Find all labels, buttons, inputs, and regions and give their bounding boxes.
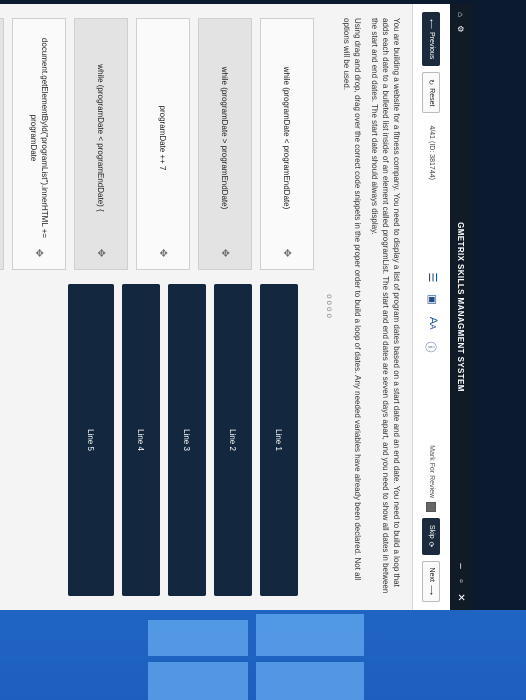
question-toolbar: ⟵ Previous ↻ Reset 4/41 (ID: 381744) ☰ ▣… bbox=[412, 4, 450, 610]
code-snippet[interactable]: while (programDate > programEndDate) ✥ bbox=[198, 18, 252, 270]
move-icon[interactable]: ✥ bbox=[158, 247, 169, 259]
move-icon[interactable]: ✥ bbox=[96, 247, 107, 259]
drop-target-line-2[interactable]: Line 2 bbox=[214, 284, 252, 596]
code-snippet[interactable]: } ✥ bbox=[0, 18, 4, 270]
title-bar: ⌂ ⚙ GMETRIX SKILLS MANAGMENT SYSTEM – ▫ … bbox=[450, 4, 472, 610]
refresh-icon: ↻ bbox=[427, 79, 435, 86]
arrow-left-icon: ⟵ bbox=[427, 19, 435, 30]
snippet-code: programDate ++ 7 bbox=[158, 105, 168, 171]
move-icon[interactable]: ✥ bbox=[220, 247, 231, 259]
reset-label: Reset bbox=[428, 88, 435, 107]
image-icon[interactable]: ▣ bbox=[424, 294, 440, 304]
skip-icon: ⟳ bbox=[427, 541, 435, 548]
move-icon[interactable]: ✥ bbox=[282, 247, 293, 259]
previous-button[interactable]: ⟵ Previous bbox=[422, 12, 441, 67]
minimize-button[interactable]: – bbox=[456, 563, 467, 569]
question-content: You are building a website for a fitness… bbox=[0, 4, 412, 610]
next-label: Next bbox=[428, 567, 435, 582]
move-icon[interactable]: ✥ bbox=[34, 247, 45, 259]
snippet-code: while (programDate > programEndDate) bbox=[220, 66, 230, 210]
drop-target-line-3[interactable]: Line 3 bbox=[168, 284, 206, 596]
close-button[interactable]: ✕ bbox=[456, 593, 467, 602]
drop-target-list: Line 1 Line 2 Line 3 Line 4 Line 5 bbox=[0, 284, 314, 596]
skip-button[interactable]: Skip ⟳ bbox=[422, 518, 441, 555]
question-text: You are building a website for a fitness… bbox=[370, 18, 401, 594]
snippet-code: while (programDate < programEndDate) { bbox=[96, 64, 106, 212]
arrow-right-icon: ⟶ bbox=[427, 584, 435, 595]
tool-icons: ☰ ▣ AA ⓘ bbox=[424, 186, 440, 439]
divider-dots: oooo bbox=[325, 294, 334, 320]
next-button[interactable]: Next ⟶ bbox=[422, 560, 441, 602]
snippet-list: while (programDate < programEndDate) ✥ w… bbox=[0, 18, 314, 270]
mark-for-review[interactable]: Mark For Review bbox=[426, 445, 437, 513]
code-snippet[interactable]: programDate ++ 7 ✥ bbox=[136, 18, 190, 270]
text-size-icon[interactable]: AA bbox=[424, 317, 440, 330]
code-snippet[interactable]: while (programDate < programEndDate) ✥ bbox=[260, 18, 314, 270]
gmetrix-app-window: ⌂ ⚙ GMETRIX SKILLS MANAGMENT SYSTEM – ▫ … bbox=[0, 4, 472, 610]
code-snippet[interactable]: while (programDate < programEndDate) { ✥ bbox=[74, 18, 128, 270]
windows-logo bbox=[148, 610, 364, 700]
mark-review-checkbox[interactable] bbox=[426, 502, 437, 513]
code-snippet[interactable]: document.getElementById("programList").i… bbox=[12, 18, 66, 270]
instruction-text: Using drag and drop, drag over the corre… bbox=[342, 18, 362, 581]
drop-target-line-4[interactable]: Line 4 bbox=[122, 284, 160, 596]
mark-review-label: Mark For Review bbox=[428, 445, 435, 499]
info-icon[interactable]: ⓘ bbox=[424, 342, 440, 353]
app-title: GMETRIX SKILLS MANAGMENT SYSTEM bbox=[456, 222, 466, 392]
reset-button[interactable]: ↻ Reset bbox=[422, 72, 441, 114]
drag-drop-area: while (programDate < programEndDate) ✥ w… bbox=[0, 18, 314, 596]
snippet-code: document.getElementById("programList").i… bbox=[29, 37, 49, 239]
previous-label: Previous bbox=[428, 32, 435, 60]
skip-label: Skip bbox=[428, 525, 435, 539]
snippet-code: while (programDate < programEndDate) bbox=[282, 66, 292, 210]
gear-icon[interactable]: ⚙ bbox=[457, 25, 466, 33]
drop-target-line-5[interactable]: Line 5 bbox=[68, 284, 114, 596]
home-icon[interactable]: ⌂ bbox=[457, 12, 466, 17]
drop-target-line-1[interactable]: Line 1 bbox=[260, 284, 298, 596]
question-counter: 4/41 (ID: 381744) bbox=[428, 125, 435, 180]
list-icon[interactable]: ☰ bbox=[424, 273, 440, 283]
maximize-button[interactable]: ▫ bbox=[456, 579, 467, 583]
